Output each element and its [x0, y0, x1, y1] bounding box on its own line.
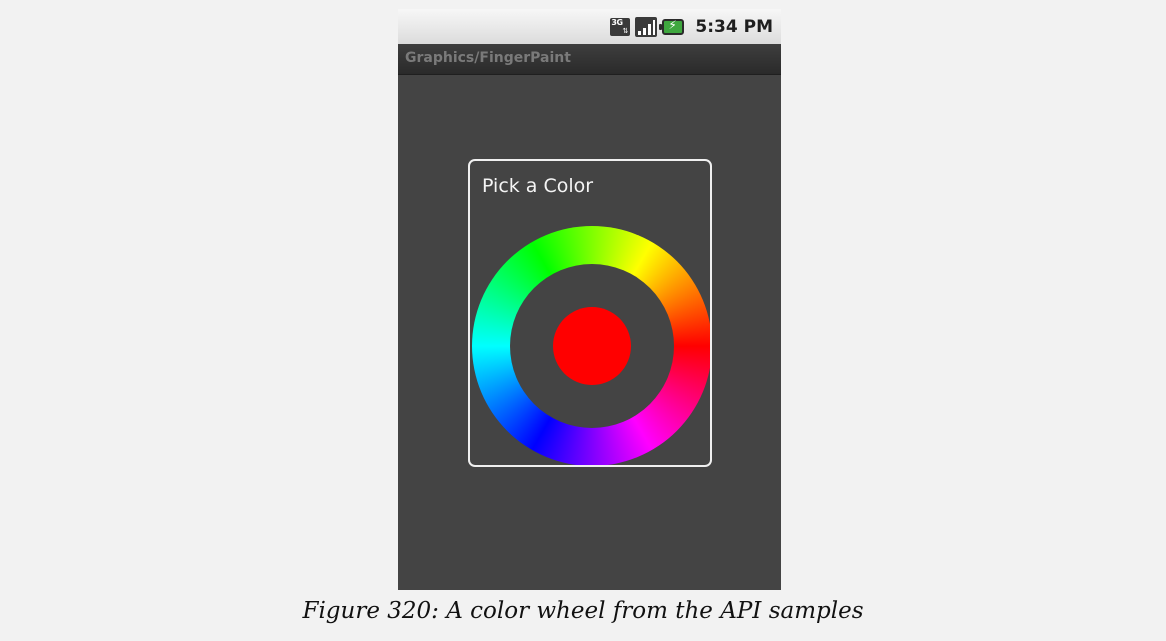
selected-color-swatch[interactable]: [553, 307, 631, 385]
status-bar: 3G ⇅ ⚡ 5:34 PM: [398, 9, 781, 44]
dialog-title: Pick a Color: [482, 175, 594, 197]
status-time: 5:34 PM: [695, 16, 773, 37]
color-picker-dialog: Pick a Color: [468, 159, 712, 467]
phone-screen: 3G ⇅ ⚡ 5:34 PM Graphics/FingerPaint Pick…: [398, 9, 781, 590]
color-wheel[interactable]: [472, 226, 712, 466]
status-icons: 3G ⇅ ⚡ 5:34 PM: [610, 9, 773, 44]
signal-strength-icon: [635, 16, 658, 37]
app-title: Graphics/FingerPaint: [405, 50, 571, 66]
figure-caption: Figure 320: A color wheel from the API s…: [302, 598, 864, 624]
network-type-label: 3G: [611, 17, 623, 27]
app-title-bar: Graphics/FingerPaint: [398, 44, 781, 75]
battery-charging-icon: ⚡: [659, 18, 685, 35]
network-3g-icon: 3G ⇅: [610, 17, 631, 36]
